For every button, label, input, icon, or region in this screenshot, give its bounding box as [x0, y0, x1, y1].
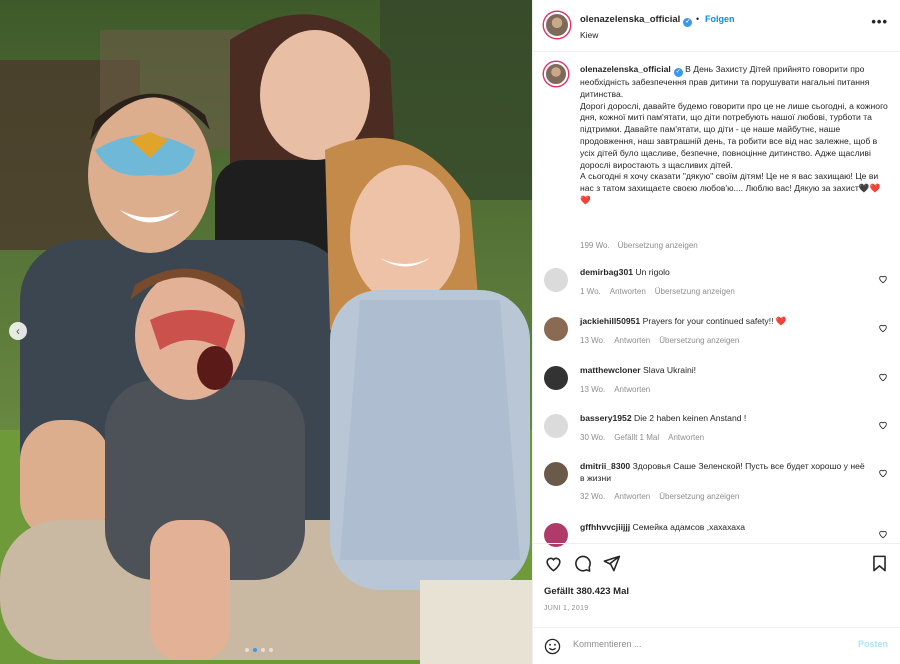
comment-like-heart-icon[interactable]: [878, 468, 888, 478]
carousel-dots: [245, 648, 273, 652]
comment-time[interactable]: 13 Wo.: [580, 385, 605, 394]
reply-button[interactable]: Antworten: [614, 492, 650, 501]
carousel-dot: [269, 648, 273, 652]
bookmark-icon[interactable]: [870, 554, 889, 573]
header-separator: •: [696, 14, 700, 24]
more-options-icon[interactable]: •••: [871, 14, 888, 29]
follow-button[interactable]: Folgen: [705, 14, 735, 24]
comment-text: dmitrii_8300 Здоровья Саше Зеленской! Пу…: [580, 461, 870, 485]
emoji-icon[interactable]: [544, 638, 561, 655]
comment-like-heart-icon[interactable]: [878, 274, 888, 284]
comment-body: Un rigolo: [635, 267, 670, 277]
translate-link[interactable]: Übersetzung anzeigen: [659, 336, 739, 345]
caption-translate-link[interactable]: Übersetzung anzeigen: [618, 241, 698, 250]
comment-composer: Posten: [533, 627, 900, 664]
comment-meta: 30 Wo. Gefällt 1 Mal Antworten: [580, 433, 704, 442]
comment-text: matthewcloner Slava Ukraini!: [580, 365, 870, 377]
comment-meta: 1 Wo. Antworten Übersetzung anzeigen: [580, 287, 735, 296]
caption-username[interactable]: olenazelenska_official: [580, 64, 671, 74]
post-comment-button[interactable]: Posten: [858, 639, 888, 649]
comment-row: jackiehill50951 Prayers for your continu…: [533, 311, 900, 355]
comment-text: demirbag301 Un rigolo: [580, 267, 870, 279]
commenter-avatar[interactable]: [544, 366, 568, 390]
reply-button[interactable]: Antworten: [668, 433, 704, 442]
comment-like-heart-icon[interactable]: [878, 420, 888, 430]
heart-icon[interactable]: [544, 554, 563, 573]
comment-body: Slava Ukraini!: [643, 365, 697, 375]
comment-meta: 32 Wo. Antworten Übersetzung anzeigen: [580, 492, 739, 501]
comment-row: bassery1952 Die 2 haben keinen Anstand !…: [533, 408, 900, 452]
caption-text: olenazelenska_official ✓ В День Захисту Д…: [580, 64, 890, 207]
commenter-avatar[interactable]: [544, 462, 568, 486]
comment-text: gffhhvvcjiijjj Семейка адамсов ,хахахаха: [580, 522, 870, 534]
comment-meta: 13 Wo. Antworten: [580, 385, 650, 394]
commenter-avatar[interactable]: [544, 317, 568, 341]
translate-link[interactable]: Übersetzung anzeigen: [659, 492, 739, 501]
commenter-username[interactable]: matthewcloner: [580, 365, 641, 375]
author-username[interactable]: olenazelenska_official ✓: [580, 14, 693, 27]
share-icon[interactable]: [602, 554, 621, 573]
caption-author-avatar[interactable]: [544, 62, 568, 86]
commenter-username[interactable]: jackiehill50951: [580, 316, 640, 326]
reply-button[interactable]: Antworten: [614, 385, 650, 394]
post-photo[interactable]: ‹: [0, 0, 532, 664]
verified-badge-icon: ✓: [673, 68, 683, 77]
commenter-avatar[interactable]: [544, 414, 568, 438]
comment-row: dmitrii_8300 Здоровья Саше Зеленской! Пу…: [533, 456, 900, 501]
previous-photo-button[interactable]: ‹: [9, 322, 27, 340]
verified-badge-icon: ✓: [683, 18, 693, 27]
author-avatar[interactable]: [544, 12, 570, 38]
caption-time[interactable]: 199 Wo.: [580, 241, 610, 250]
comment-row: matthewcloner Slava Ukraini! 13 Wo. Antwor…: [533, 360, 900, 404]
comment-text: bassery1952 Die 2 haben keinen Anstand !: [580, 413, 870, 425]
comment-body: Die 2 haben keinen Anstand !: [634, 413, 747, 423]
comment-time[interactable]: 32 Wo.: [580, 492, 605, 501]
caption-meta: 199 Wo. Übersetzung anzeigen: [580, 241, 698, 250]
post-actions: Gefällt 380.423 Mal JUNI 1, 2019 Posten: [533, 543, 900, 655]
carousel-dot: [253, 648, 257, 652]
commenter-avatar[interactable]: [544, 268, 568, 292]
comment-time[interactable]: 30 Wo.: [580, 433, 605, 442]
author-username-text[interactable]: olenazelenska_official: [580, 14, 680, 25]
post-side-panel: olenazelenska_official ✓ • Folgen Kiew ••…: [532, 0, 900, 664]
commenter-username[interactable]: gffhhvvcjiijjj: [580, 522, 630, 532]
instagram-post-modal: ‹ olenazelenska_official ✓ • Folgen Kiew …: [0, 0, 900, 664]
reply-button[interactable]: Antworten: [614, 336, 650, 345]
chevron-left-icon: ‹: [16, 324, 20, 338]
commenter-username[interactable]: dmitrii_8300: [580, 461, 630, 471]
family-photo-illustration: [0, 0, 532, 664]
translate-link[interactable]: Übersetzung anzeigen: [655, 287, 735, 296]
comment-body: Prayers for your continued safety!! ❤️: [642, 316, 787, 326]
carousel-dot: [261, 648, 265, 652]
comment-likes[interactable]: Gefällt 1 Mal: [614, 433, 659, 442]
comment-icon[interactable]: [573, 554, 592, 573]
comment-like-heart-icon[interactable]: [878, 372, 888, 382]
commenter-username[interactable]: bassery1952: [580, 413, 632, 423]
commenter-username[interactable]: demirbag301: [580, 267, 633, 277]
post-location[interactable]: Kiew: [580, 30, 598, 40]
comment-text: jackiehill50951 Prayers for your continu…: [580, 316, 870, 328]
post-date: JUNI 1, 2019: [544, 605, 589, 612]
post-header: olenazelenska_official ✓ • Folgen Kiew ••…: [533, 0, 900, 52]
reply-button[interactable]: Antworten: [610, 287, 646, 296]
caption-body: В День Захисту Дітей прийнято говорити п…: [580, 64, 888, 205]
comment-like-heart-icon[interactable]: [878, 323, 888, 333]
comment-like-heart-icon[interactable]: [878, 529, 888, 539]
comment-meta: 13 Wo. Antworten Übersetzung anzeigen: [580, 336, 739, 345]
comment-body: Семейка адамсов ,хахахаха: [632, 522, 746, 532]
comment-row: demirbag301 Un rigolo 1 Wo. Antworten Übers…: [533, 262, 900, 306]
comment-input[interactable]: [573, 639, 833, 649]
carousel-dot: [245, 648, 249, 652]
comment-time[interactable]: 1 Wo.: [580, 287, 601, 296]
likes-count[interactable]: Gefällt 380.423 Mal: [544, 586, 629, 597]
comment-time[interactable]: 13 Wo.: [580, 336, 605, 345]
